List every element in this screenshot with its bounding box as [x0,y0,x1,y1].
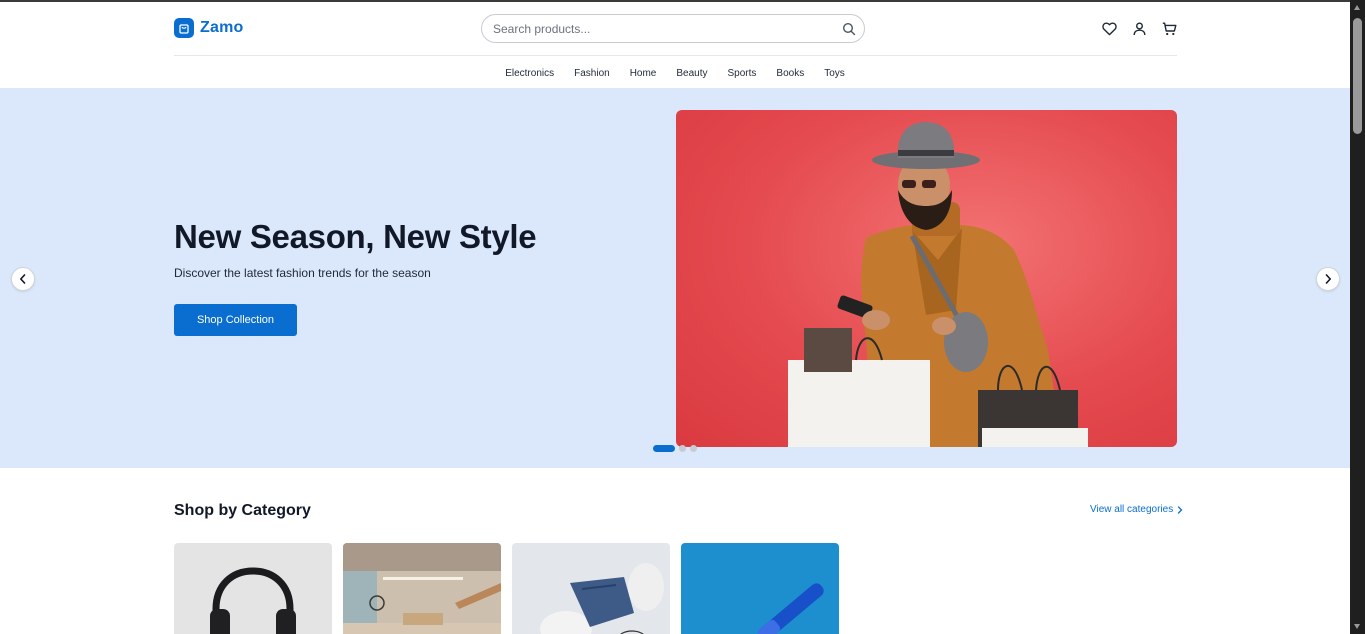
carousel-dot-3[interactable] [690,445,697,452]
nav-item-home[interactable]: Home [620,68,667,79]
carousel-dot-2[interactable] [679,445,686,452]
view-all-categories-link[interactable]: View all categories [1090,504,1183,515]
shopping-bag-icon [174,18,194,38]
category-card-home[interactable] [343,543,501,634]
scroll-up-arrow-icon[interactable] [1354,5,1360,10]
page: Zamo Electronics Fashion Home Beauty Spo… [0,2,1350,634]
chevron-left-icon [20,274,26,284]
header-actions [1101,21,1177,37]
user-icon[interactable] [1131,21,1147,37]
site-header: Zamo [174,2,1177,56]
carousel-indicators [653,445,697,452]
category-nav: Electronics Fashion Home Beauty Sports B… [0,57,1350,89]
scrollbar-thumb[interactable] [1353,18,1362,134]
nav-item-sports[interactable]: Sports [718,68,767,79]
carousel-next-button[interactable] [1316,267,1340,291]
category-cards [174,543,839,634]
category-card-electronics[interactable] [174,543,332,634]
hero-title: New Season, New Style [174,218,537,255]
view-all-label: View all categories [1090,504,1174,515]
category-card-beauty[interactable] [681,543,839,634]
category-card-fashion[interactable] [512,543,670,634]
carousel-dot-1[interactable] [653,445,675,452]
heart-icon[interactable] [1101,21,1117,37]
search-input[interactable] [493,21,823,37]
page-scrollbar[interactable] [1350,0,1365,634]
hero-subtitle: Discover the latest fashion trends for t… [174,266,431,280]
brand-logo[interactable]: Zamo [174,18,243,38]
section-title: Shop by Category [174,502,311,519]
scroll-down-arrow-icon[interactable] [1354,624,1360,629]
carousel-prev-button[interactable] [11,267,35,291]
nav-item-toys[interactable]: Toys [814,68,855,79]
nav-item-beauty[interactable]: Beauty [666,68,717,79]
chevron-right-icon [1178,505,1183,514]
search-icon[interactable] [842,22,856,41]
nav-item-books[interactable]: Books [766,68,814,79]
hero-carousel: New Season, New Style Discover the lates… [0,88,1350,468]
shop-collection-button[interactable]: Shop Collection [174,304,297,336]
nav-item-electronics[interactable]: Electronics [495,68,564,79]
chevron-right-icon [1325,274,1331,284]
nav-item-fashion[interactable]: Fashion [564,68,620,79]
brand-name: Zamo [200,19,244,36]
search-bar [481,14,865,43]
cart-icon[interactable] [1161,21,1177,37]
hero-image [676,110,1177,447]
